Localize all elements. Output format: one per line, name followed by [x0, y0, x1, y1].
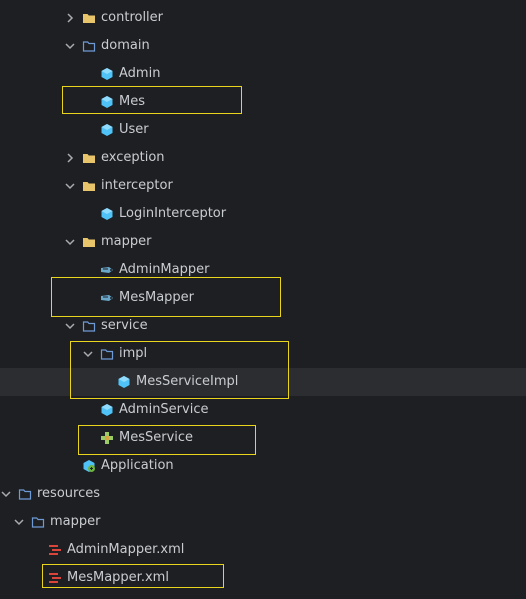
chevron-down-icon[interactable] — [64, 32, 76, 60]
tree-item-label: Admin — [119, 66, 161, 81]
tree-item-admin-mapper[interactable]: AdminMapper — [0, 256, 526, 284]
tree-item-label: domain — [101, 38, 150, 53]
tree-item-resources-mapper[interactable]: mapper — [0, 508, 526, 536]
xml-file-icon — [48, 543, 62, 557]
class-icon — [117, 375, 131, 389]
interface-icon — [100, 431, 114, 445]
folder-open-icon — [31, 515, 45, 529]
chevron-down-icon[interactable] — [82, 340, 94, 368]
chevron-right-icon[interactable] — [64, 144, 76, 172]
tree-item-mes-service-impl[interactable]: MesServiceImpl — [0, 368, 526, 396]
tree-item-label: resources — [37, 486, 101, 501]
tree-item-label: controller — [101, 10, 164, 25]
tree-item-mes-mapper[interactable]: MesMapper — [0, 284, 526, 312]
project-tree: controller domain Admin Mes User excepti… — [0, 0, 526, 599]
tree-item-application[interactable]: Application — [0, 452, 526, 480]
tree-item-label: exception — [101, 150, 165, 165]
chevron-down-icon[interactable] — [13, 508, 25, 536]
xml-file-icon — [48, 571, 62, 585]
tree-item-user[interactable]: User — [0, 116, 526, 144]
folder-icon — [82, 11, 96, 25]
class-icon — [100, 67, 114, 81]
class-icon — [100, 207, 114, 221]
mybatis-mapper-icon — [100, 291, 114, 305]
tree-item-label: MesMapper — [119, 290, 195, 305]
tree-item-admin[interactable]: Admin — [0, 60, 526, 88]
tree-item-label: interceptor — [101, 178, 173, 193]
chevron-right-icon[interactable] — [64, 4, 76, 32]
tree-item-label: LoginInterceptor — [119, 206, 227, 221]
tree-item-label: service — [101, 318, 148, 333]
tree-item-label: Mes — [119, 94, 145, 109]
folder-open-icon — [82, 319, 96, 333]
tree-item-label: MesService — [119, 430, 194, 445]
tree-item-interceptor[interactable]: interceptor — [0, 172, 526, 200]
tree-item-resources[interactable]: resources — [0, 480, 526, 508]
tree-item-mes-mapper-xml[interactable]: MesMapper.xml — [0, 564, 526, 592]
folder-open-icon — [100, 347, 114, 361]
folder-icon — [82, 179, 96, 193]
tree-item-label: MesMapper.xml — [67, 570, 169, 585]
folder-open-icon — [18, 487, 32, 501]
folder-icon — [82, 151, 96, 165]
spring-application-icon — [82, 459, 96, 473]
chevron-down-icon[interactable] — [64, 172, 76, 200]
tree-item-impl[interactable]: impl — [0, 340, 526, 368]
folder-open-icon — [82, 39, 96, 53]
chevron-down-icon[interactable] — [0, 480, 12, 508]
tree-item-exception[interactable]: exception — [0, 144, 526, 172]
tree-item-domain[interactable]: domain — [0, 32, 526, 60]
tree-item-admin-mapper-xml[interactable]: AdminMapper.xml — [0, 536, 526, 564]
tree-item-mapper[interactable]: mapper — [0, 228, 526, 256]
tree-item-service[interactable]: service — [0, 312, 526, 340]
tree-item-controller[interactable]: controller — [0, 4, 526, 32]
tree-item-label: MesServiceImpl — [136, 374, 239, 389]
tree-item-label: Application — [101, 458, 174, 473]
tree-item-label: User — [119, 122, 149, 137]
mybatis-mapper-icon — [100, 263, 114, 277]
tree-item-label: mapper — [101, 234, 152, 249]
tree-item-label: impl — [119, 346, 148, 361]
tree-item-label: mapper — [50, 514, 101, 529]
tree-item-label: AdminService — [119, 402, 209, 417]
chevron-down-icon[interactable] — [64, 228, 76, 256]
tree-item-login-interceptor[interactable]: LoginInterceptor — [0, 200, 526, 228]
tree-item-label: AdminMapper — [119, 262, 210, 277]
tree-item-mes[interactable]: Mes — [0, 88, 526, 116]
tree-item-admin-service[interactable]: AdminService — [0, 396, 526, 424]
class-icon — [100, 123, 114, 137]
tree-item-label: AdminMapper.xml — [67, 542, 185, 557]
class-icon — [100, 95, 114, 109]
tree-item-mes-service[interactable]: MesService — [0, 424, 526, 452]
class-icon — [100, 403, 114, 417]
chevron-down-icon[interactable] — [64, 312, 76, 340]
folder-icon — [82, 235, 96, 249]
